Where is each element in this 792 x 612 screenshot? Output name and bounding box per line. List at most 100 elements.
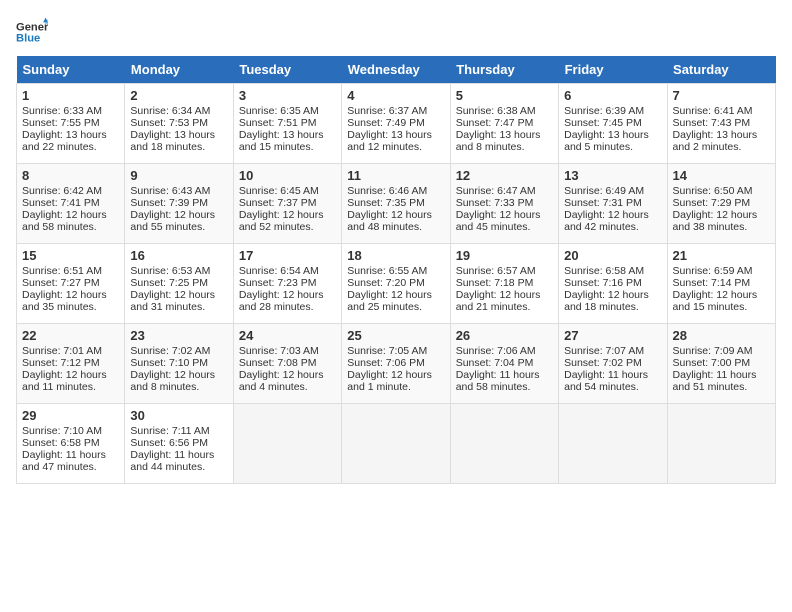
day-info-line: Daylight: 12 hours <box>564 209 661 221</box>
calendar-cell: 2Sunrise: 6:34 AMSunset: 7:53 PMDaylight… <box>125 84 233 164</box>
header-cell-monday: Monday <box>125 56 233 84</box>
day-info-line: Daylight: 12 hours <box>239 209 336 221</box>
day-info-line: Daylight: 13 hours <box>673 129 770 141</box>
day-info-line: and 44 minutes. <box>130 461 227 473</box>
day-info-line: Sunrise: 6:58 AM <box>564 265 661 277</box>
day-info-line: and 45 minutes. <box>456 221 553 233</box>
day-info-line: Sunset: 7:16 PM <box>564 277 661 289</box>
calendar-cell <box>233 404 341 484</box>
day-info-line: and 8 minutes. <box>456 141 553 153</box>
day-info-line: Sunrise: 6:38 AM <box>456 105 553 117</box>
header-cell-saturday: Saturday <box>667 56 775 84</box>
day-info-line: Sunrise: 7:07 AM <box>564 345 661 357</box>
day-number: 6 <box>564 88 661 103</box>
day-info-line: Daylight: 13 hours <box>456 129 553 141</box>
calendar-week-row: 1Sunrise: 6:33 AMSunset: 7:55 PMDaylight… <box>17 84 776 164</box>
day-info-line: Daylight: 12 hours <box>239 369 336 381</box>
calendar-cell: 9Sunrise: 6:43 AMSunset: 7:39 PMDaylight… <box>125 164 233 244</box>
day-info-line: Sunrise: 6:51 AM <box>22 265 119 277</box>
calendar-week-row: 22Sunrise: 7:01 AMSunset: 7:12 PMDayligh… <box>17 324 776 404</box>
day-info-line: Sunrise: 6:55 AM <box>347 265 444 277</box>
day-info-line: Sunrise: 6:54 AM <box>239 265 336 277</box>
calendar-cell: 1Sunrise: 6:33 AMSunset: 7:55 PMDaylight… <box>17 84 125 164</box>
day-info-line: Sunset: 7:55 PM <box>22 117 119 129</box>
day-number: 3 <box>239 88 336 103</box>
day-info-line: Sunset: 7:51 PM <box>239 117 336 129</box>
day-info-line: Sunset: 7:25 PM <box>130 277 227 289</box>
calendar-table: SundayMondayTuesdayWednesdayThursdayFrid… <box>16 56 776 484</box>
calendar-cell: 7Sunrise: 6:41 AMSunset: 7:43 PMDaylight… <box>667 84 775 164</box>
day-info-line: Sunrise: 6:57 AM <box>456 265 553 277</box>
calendar-cell: 21Sunrise: 6:59 AMSunset: 7:14 PMDayligh… <box>667 244 775 324</box>
day-info-line: Sunset: 7:10 PM <box>130 357 227 369</box>
calendar-cell <box>559 404 667 484</box>
day-number: 25 <box>347 328 444 343</box>
day-info-line: Sunrise: 7:05 AM <box>347 345 444 357</box>
calendar-cell: 26Sunrise: 7:06 AMSunset: 7:04 PMDayligh… <box>450 324 558 404</box>
calendar-cell: 15Sunrise: 6:51 AMSunset: 7:27 PMDayligh… <box>17 244 125 324</box>
day-info-line: and 54 minutes. <box>564 381 661 393</box>
day-info-line: Daylight: 12 hours <box>347 209 444 221</box>
day-info-line: Sunrise: 7:09 AM <box>673 345 770 357</box>
header-cell-sunday: Sunday <box>17 56 125 84</box>
calendar-cell: 19Sunrise: 6:57 AMSunset: 7:18 PMDayligh… <box>450 244 558 324</box>
logo: General Blue <box>16 16 48 48</box>
day-info-line: and 47 minutes. <box>22 461 119 473</box>
day-info-line: Sunset: 7:39 PM <box>130 197 227 209</box>
day-info-line: Sunset: 7:29 PM <box>673 197 770 209</box>
day-info-line: Sunset: 7:18 PM <box>456 277 553 289</box>
svg-text:Blue: Blue <box>16 33 40 45</box>
day-info-line: Sunrise: 6:47 AM <box>456 185 553 197</box>
day-number: 14 <box>673 168 770 183</box>
day-info-line: and 22 minutes. <box>22 141 119 153</box>
day-info-line: Sunset: 7:45 PM <box>564 117 661 129</box>
logo-icon: General Blue <box>16 16 48 48</box>
day-info-line: and 58 minutes. <box>456 381 553 393</box>
day-number: 20 <box>564 248 661 263</box>
day-info-line: Sunrise: 6:49 AM <box>564 185 661 197</box>
day-info-line: and 1 minute. <box>347 381 444 393</box>
calendar-cell: 24Sunrise: 7:03 AMSunset: 7:08 PMDayligh… <box>233 324 341 404</box>
day-info-line: Daylight: 12 hours <box>130 289 227 301</box>
day-number: 26 <box>456 328 553 343</box>
calendar-cell: 3Sunrise: 6:35 AMSunset: 7:51 PMDaylight… <box>233 84 341 164</box>
day-info-line: Sunrise: 6:46 AM <box>347 185 444 197</box>
day-info-line: Sunrise: 6:34 AM <box>130 105 227 117</box>
calendar-cell: 30Sunrise: 7:11 AMSunset: 6:56 PMDayligh… <box>125 404 233 484</box>
calendar-cell: 16Sunrise: 6:53 AMSunset: 7:25 PMDayligh… <box>125 244 233 324</box>
calendar-cell: 28Sunrise: 7:09 AMSunset: 7:00 PMDayligh… <box>667 324 775 404</box>
day-info-line: Sunset: 7:47 PM <box>456 117 553 129</box>
day-info-line: Daylight: 12 hours <box>673 289 770 301</box>
day-info-line: Daylight: 11 hours <box>22 449 119 461</box>
day-info-line: Daylight: 12 hours <box>22 289 119 301</box>
day-info-line: and 25 minutes. <box>347 301 444 313</box>
day-number: 27 <box>564 328 661 343</box>
calendar-cell: 12Sunrise: 6:47 AMSunset: 7:33 PMDayligh… <box>450 164 558 244</box>
svg-text:General: General <box>16 21 48 33</box>
day-info-line: Sunrise: 6:59 AM <box>673 265 770 277</box>
day-info-line: Sunset: 7:00 PM <box>673 357 770 369</box>
day-number: 15 <box>22 248 119 263</box>
day-info-line: Sunset: 7:12 PM <box>22 357 119 369</box>
header: General Blue <box>16 16 776 48</box>
day-info-line: Daylight: 13 hours <box>22 129 119 141</box>
calendar-cell <box>450 404 558 484</box>
day-info-line: Daylight: 12 hours <box>130 369 227 381</box>
day-number: 7 <box>673 88 770 103</box>
day-number: 12 <box>456 168 553 183</box>
day-info-line: Sunset: 6:56 PM <box>130 437 227 449</box>
day-info-line: Sunset: 7:14 PM <box>673 277 770 289</box>
calendar-cell <box>667 404 775 484</box>
calendar-cell: 10Sunrise: 6:45 AMSunset: 7:37 PMDayligh… <box>233 164 341 244</box>
day-info-line: Sunset: 7:02 PM <box>564 357 661 369</box>
day-info-line: Daylight: 12 hours <box>22 209 119 221</box>
day-info-line: Sunrise: 6:45 AM <box>239 185 336 197</box>
day-info-line: and 18 minutes. <box>130 141 227 153</box>
header-cell-thursday: Thursday <box>450 56 558 84</box>
day-info-line: Daylight: 13 hours <box>564 129 661 141</box>
day-info-line: Sunset: 7:53 PM <box>130 117 227 129</box>
day-info-line: and 42 minutes. <box>564 221 661 233</box>
calendar-cell: 18Sunrise: 6:55 AMSunset: 7:20 PMDayligh… <box>342 244 450 324</box>
day-info-line: Sunset: 7:35 PM <box>347 197 444 209</box>
day-number: 24 <box>239 328 336 343</box>
